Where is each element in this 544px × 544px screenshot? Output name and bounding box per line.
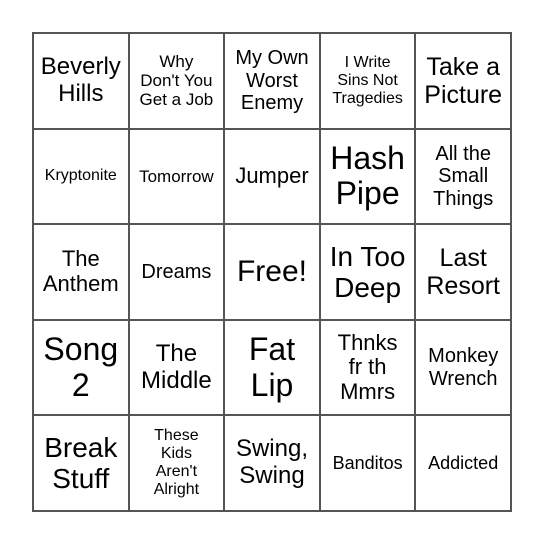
bingo-cell[interactable]: Hash Pipe xyxy=(319,128,416,225)
bingo-cell-label: Free! xyxy=(236,255,307,289)
bingo-cell-label: Take a Picture xyxy=(424,52,503,109)
bingo-cell[interactable]: In Too Deep xyxy=(319,224,416,320)
bingo-cell-label: Banditos xyxy=(332,453,403,474)
bingo-cell-label: Why Don't You Get a Job xyxy=(139,52,214,110)
bingo-cell[interactable]: All the Small Things xyxy=(415,128,511,225)
bingo-cell-label: These Kids Aren't Alright xyxy=(153,427,200,499)
bingo-cell-label: The Anthem xyxy=(42,246,119,296)
bingo-cell[interactable]: Beverly Hills xyxy=(33,33,129,129)
bingo-cell[interactable]: Song 2 xyxy=(33,319,129,416)
bingo-cell-label: Hash Pipe xyxy=(330,139,405,212)
bingo-cell[interactable]: Swing, Swing xyxy=(224,415,320,511)
bingo-cell[interactable]: Last Resort xyxy=(415,224,511,320)
bingo-cell-label: Last Resort xyxy=(426,243,500,300)
bingo-cell[interactable]: Tomorrow xyxy=(128,128,225,225)
bingo-cell[interactable]: I Write Sins Not Tragedies xyxy=(319,33,416,129)
bingo-cell-label: Beverly Hills xyxy=(40,52,121,107)
bingo-cell[interactable]: These Kids Aren't Alright xyxy=(128,415,225,511)
bingo-cell-label: Break Stuff xyxy=(44,431,118,495)
bingo-cell[interactable]: Kryptonite xyxy=(33,128,129,225)
bingo-cell[interactable]: Why Don't You Get a Job xyxy=(128,33,225,129)
bingo-cell-label: Thnks fr th Mmrs xyxy=(337,329,398,404)
bingo-cell[interactable]: The Anthem xyxy=(33,224,129,320)
bingo-cell-label: In Too Deep xyxy=(329,240,406,303)
bingo-cell[interactable]: Fat Lip xyxy=(224,319,320,416)
bingo-cell-label: Swing, Swing xyxy=(235,435,309,490)
bingo-cell-label: I Write Sins Not Tragedies xyxy=(332,53,403,107)
bingo-cell[interactable]: My Own Worst Enemy xyxy=(224,33,320,129)
bingo-cell[interactable]: Free! xyxy=(224,224,320,320)
bingo-cell-label: All the Small Things xyxy=(433,142,494,210)
bingo-cell[interactable]: Addicted xyxy=(415,415,511,511)
bingo-cell[interactable]: The Middle xyxy=(128,319,225,416)
bingo-cell-label: Jumper xyxy=(235,163,309,189)
bingo-cell[interactable]: Banditos xyxy=(319,415,416,511)
bingo-cell-label: The Middle xyxy=(141,339,212,394)
bingo-cell[interactable]: Take a Picture xyxy=(415,33,511,129)
bingo-cell-label: My Own Worst Enemy xyxy=(235,47,309,114)
bingo-cell[interactable]: Jumper xyxy=(224,128,320,225)
bingo-cell-label: Song 2 xyxy=(43,330,119,403)
bingo-cell[interactable]: Monkey Wrench xyxy=(415,319,511,416)
bingo-cell-label: Monkey Wrench xyxy=(428,345,499,390)
bingo-cell-label: Addicted xyxy=(428,453,499,474)
bingo-cell-label: Tomorrow xyxy=(139,166,214,186)
bingo-card: Beverly Hills Why Don't You Get a Job My O… xyxy=(32,32,512,512)
bingo-cell-label: Dreams xyxy=(141,260,212,283)
bingo-cell[interactable]: Break Stuff xyxy=(33,415,129,511)
bingo-cell-label: Kryptonite xyxy=(44,167,117,185)
bingo-cell[interactable]: Dreams xyxy=(128,224,225,320)
bingo-cell-label: Fat Lip xyxy=(248,330,296,403)
bingo-cell[interactable]: Thnks fr th Mmrs xyxy=(319,319,416,416)
